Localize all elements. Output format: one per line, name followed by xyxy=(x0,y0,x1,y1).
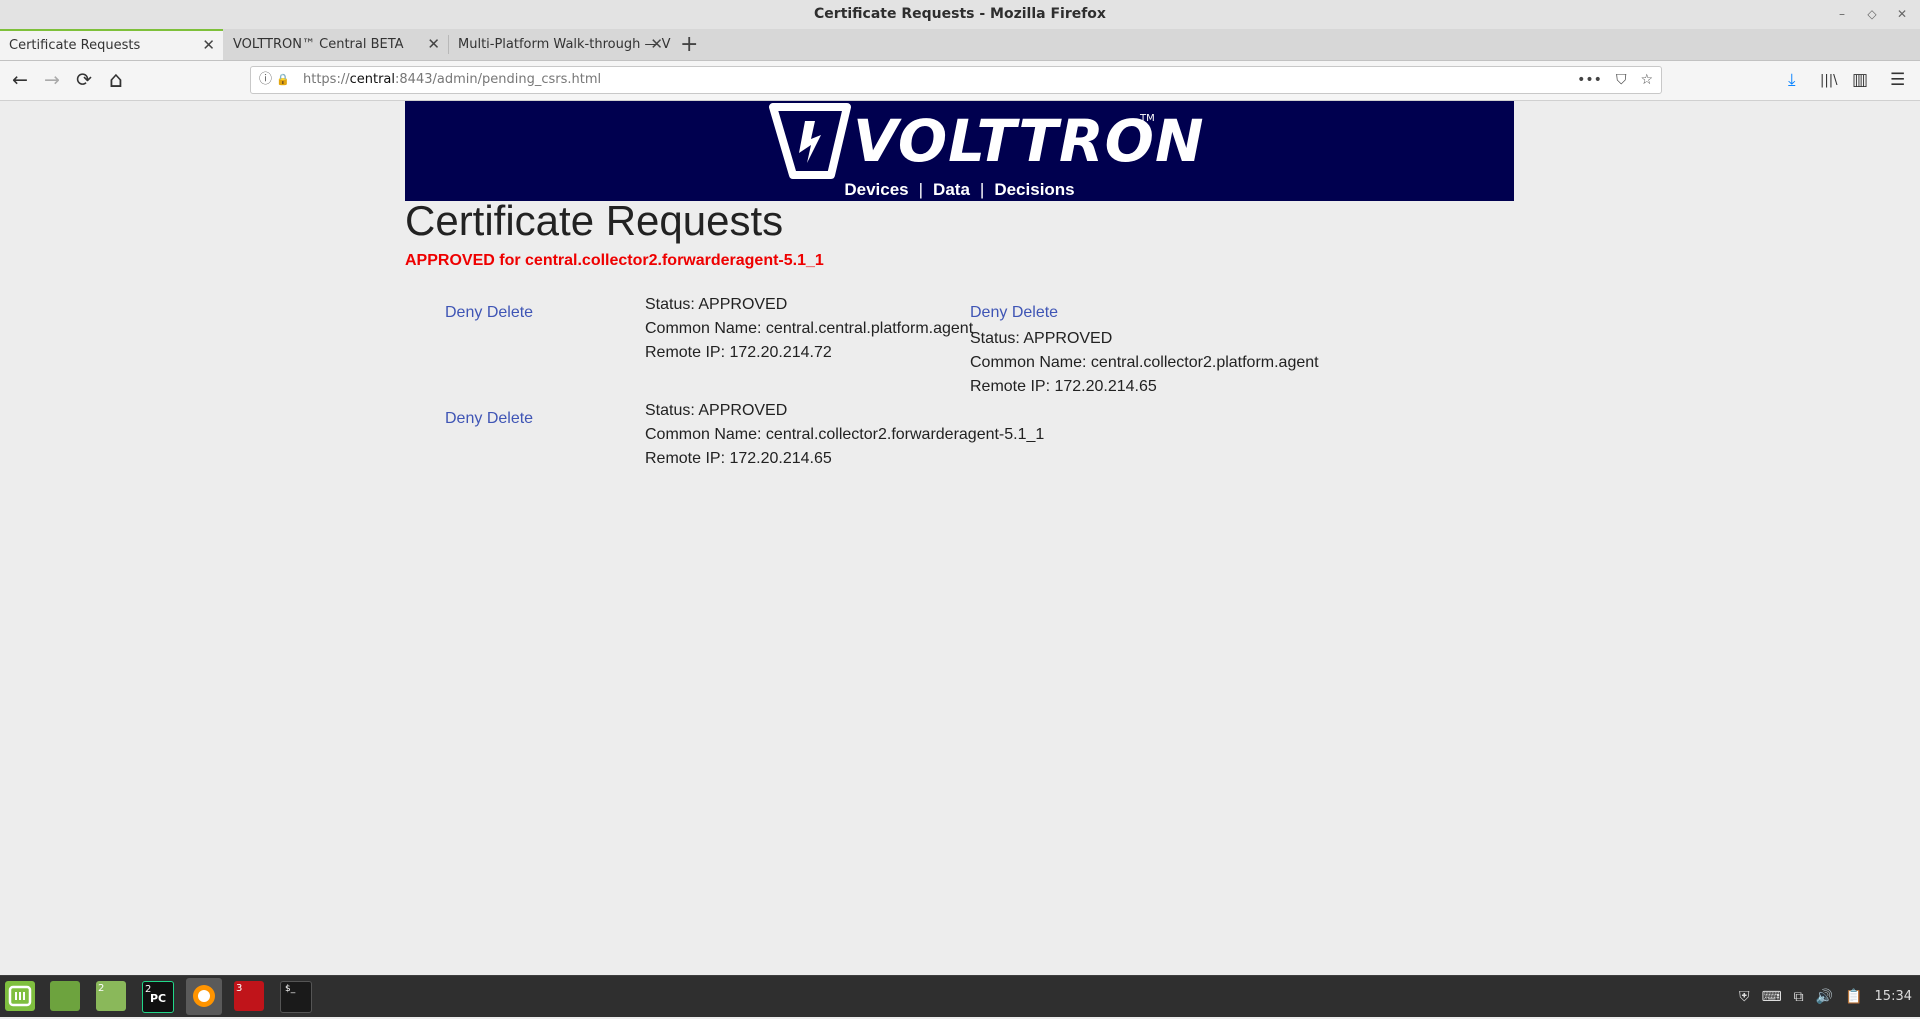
insecure-lock-icon: 🔒 xyxy=(276,73,290,86)
deny-link[interactable]: Deny xyxy=(970,304,1007,321)
csr-status: Status: APPROVED xyxy=(645,402,788,419)
downloads-icon[interactable]: ⤓ xyxy=(1788,61,1796,100)
csr-actions: Deny Delete xyxy=(970,304,1058,322)
volume-icon[interactable]: 🔊 xyxy=(1816,989,1833,1005)
delete-link[interactable]: Delete xyxy=(487,304,533,321)
csr-actions: Deny Delete xyxy=(445,410,533,428)
banner-nav-decisions: Decisions xyxy=(994,180,1075,199)
csr-common-name: Common Name: central.collector2.forwarde… xyxy=(645,426,1045,443)
nav-separator: | xyxy=(979,180,985,199)
window-count-badge: 3 xyxy=(236,983,243,994)
deny-link[interactable]: Deny xyxy=(445,304,482,321)
back-button[interactable]: ← xyxy=(5,61,35,100)
tab-volttron-central[interactable]: VOLTTRON™ Central BETA ✕ xyxy=(224,29,448,60)
taskbar: 2 2 PC 3 $_ ⛨ ⌨ ⧉ 🔊 📋 15:34 xyxy=(0,975,1920,1017)
page-title: Certificate Requests xyxy=(405,197,784,244)
deny-link[interactable]: Deny xyxy=(445,410,482,427)
nav-separator: | xyxy=(918,180,924,199)
tab-label: Multi-Platform Walk-through — V xyxy=(458,37,671,52)
sidebar-icon[interactable]: ▥ xyxy=(1852,61,1868,100)
url-bar[interactable]: ⓘ 🔒 https://central:8443/admin/pending_c… xyxy=(250,66,1662,94)
page-info-icon[interactable]: ⓘ 🔒 xyxy=(259,67,290,93)
minimize-button[interactable]: – xyxy=(1834,0,1850,29)
tab-strip: Certificate Requests ✕ VOLTTRON™ Central… xyxy=(0,29,1920,61)
window-count-badge: 2 xyxy=(98,983,105,994)
window-titlebar: Certificate Requests - Mozilla Firefox –… xyxy=(0,0,1920,29)
csr-remote-ip: Remote IP: 172.20.214.72 xyxy=(645,344,832,361)
trademark: TM xyxy=(1140,113,1155,124)
clipboard-icon[interactable]: 📋 xyxy=(1845,989,1862,1005)
show-desktop-icon[interactable] xyxy=(50,981,80,1011)
tab-certificate-requests[interactable]: Certificate Requests ✕ xyxy=(0,29,223,60)
volttron-banner: VOLTTRON TM Devices | Data | Decisions xyxy=(405,101,1514,201)
terminal-prompt: $_ xyxy=(285,984,296,994)
pycharm-label: PC xyxy=(150,992,167,1005)
system-tray: ⛨ ⌨ ⧉ 🔊 📋 15:34 xyxy=(1739,976,1912,1017)
window-title: Certificate Requests - Mozilla Firefox xyxy=(814,6,1106,22)
menu-icon[interactable]: ☰ xyxy=(1890,61,1905,100)
csr-common-name: Common Name: central.central.platform.ag… xyxy=(645,320,974,337)
tab-walkthrough[interactable]: Multi-Platform Walk-through — V ✕ xyxy=(449,29,671,60)
banner-nav-data: Data xyxy=(933,180,970,199)
mint-menu-icon[interactable] xyxy=(5,981,35,1011)
terminal-red-icon[interactable]: 3 xyxy=(234,981,264,1011)
close-window-button[interactable]: ✕ xyxy=(1894,0,1910,29)
csr-status: Status: APPROVED xyxy=(970,330,1113,347)
pocket-icon[interactable]: ⛉ xyxy=(1616,67,1627,93)
tab-label: Certificate Requests xyxy=(9,38,141,53)
bookmark-star-icon[interactable]: ☆ xyxy=(1640,67,1653,93)
tab-close-icon[interactable]: ✕ xyxy=(427,29,440,60)
delete-link[interactable]: Delete xyxy=(487,410,533,427)
reload-button[interactable]: ⟳ xyxy=(69,61,99,100)
csr-common-name: Common Name: central.collector2.platform… xyxy=(970,354,1319,371)
pycharm-icon[interactable]: 2 PC xyxy=(142,981,174,1013)
navigation-toolbar: ← → ⟳ ⌂ ⓘ 🔒 https://central:8443/admin/p… xyxy=(0,61,1920,101)
csr-status: Status: APPROVED xyxy=(645,296,788,313)
tab-label: VOLTTRON™ Central BETA xyxy=(233,37,404,52)
maximize-button[interactable]: ◇ xyxy=(1864,0,1880,29)
forward-button[interactable]: → xyxy=(37,61,67,100)
csr-remote-ip: Remote IP: 172.20.214.65 xyxy=(970,378,1157,395)
csr-details: Status: APPROVED Common Name: central.co… xyxy=(645,399,1044,471)
tab-close-icon[interactable]: ✕ xyxy=(650,29,663,60)
network-icon[interactable]: ⧉ xyxy=(1794,989,1804,1005)
terminal-icon[interactable]: $_ xyxy=(280,981,312,1013)
csr-remote-ip: Remote IP: 172.20.214.65 xyxy=(645,450,832,467)
url-text[interactable]: https://central:8443/admin/pending_csrs.… xyxy=(303,67,601,93)
files-icon[interactable]: 2 xyxy=(96,981,126,1011)
home-button[interactable]: ⌂ xyxy=(101,61,131,100)
keyboard-icon[interactable]: ⌨ xyxy=(1761,989,1781,1005)
status-message: APPROVED for central.collector2.forwarde… xyxy=(405,252,824,269)
firefox-icon[interactable] xyxy=(186,978,222,1015)
tab-close-icon[interactable]: ✕ xyxy=(202,31,215,60)
csr-details: Status: APPROVED Common Name: central.co… xyxy=(970,327,1319,399)
new-tab-button[interactable]: + xyxy=(680,29,698,60)
csr-details: Status: APPROVED Common Name: central.ce… xyxy=(645,293,973,365)
delete-link[interactable]: Delete xyxy=(1012,304,1058,321)
clock[interactable]: 15:34 xyxy=(1875,989,1912,1004)
shield-icon[interactable]: ⛨ xyxy=(1739,989,1750,1005)
library-icon[interactable]: |||\ xyxy=(1820,61,1838,100)
volttron-logo-icon xyxy=(769,103,851,179)
page-actions-icon[interactable]: ••• xyxy=(1577,67,1602,93)
csr-actions: Deny Delete xyxy=(445,304,533,322)
banner-nav-devices: Devices xyxy=(844,180,909,199)
